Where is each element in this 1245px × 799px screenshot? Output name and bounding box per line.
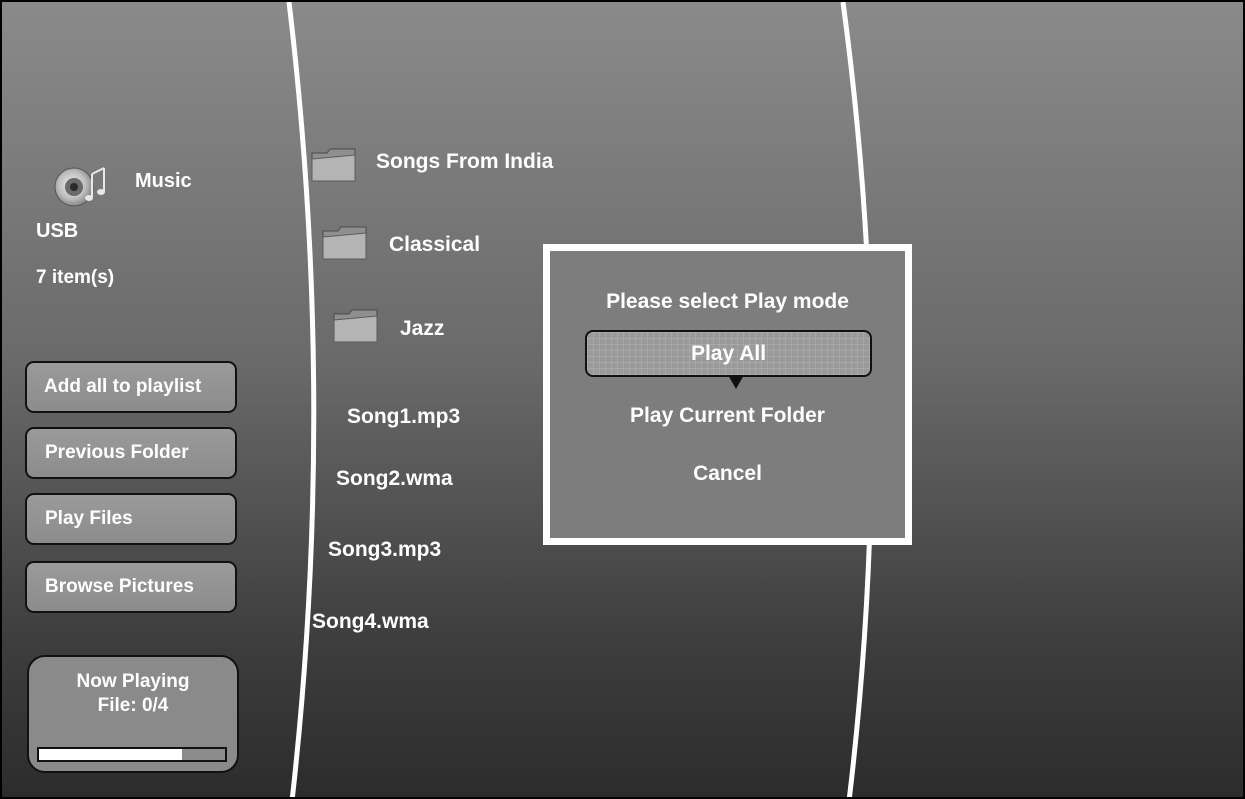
folder-icon bbox=[311, 148, 356, 182]
list-item-label: Jazz bbox=[400, 317, 445, 340]
selection-pointer-icon bbox=[728, 375, 744, 389]
progress-bar bbox=[37, 747, 227, 762]
now-playing-file-count: File: 0/4 bbox=[97, 695, 169, 716]
previous-folder-button[interactable]: Previous Folder bbox=[25, 427, 237, 479]
list-item-label: Songs From India bbox=[376, 150, 554, 173]
source-label: USB bbox=[36, 220, 79, 242]
music-disc-icon bbox=[54, 167, 105, 207]
play-current-folder-option[interactable]: Play Current Folder bbox=[550, 404, 905, 428]
add-all-to-playlist-button[interactable]: Add all to playlist bbox=[25, 361, 237, 413]
folder-icon bbox=[333, 309, 378, 343]
category-label: Music bbox=[135, 170, 192, 192]
play-files-button[interactable]: Play Files bbox=[25, 493, 237, 545]
list-item-file[interactable]: Song2.wma bbox=[336, 467, 453, 491]
now-playing-panel: Now Playing File: 0/4 bbox=[27, 655, 239, 773]
play-all-option[interactable]: Play All bbox=[585, 330, 872, 377]
list-item-file[interactable]: Song3.mp3 bbox=[328, 538, 441, 562]
now-playing-title: Now Playing bbox=[76, 671, 190, 692]
folder-icon bbox=[322, 226, 367, 260]
dialog-title: Please select Play mode bbox=[606, 290, 849, 313]
list-item-file[interactable]: Song1.mp3 bbox=[347, 405, 460, 429]
list-item-label: Classical bbox=[389, 233, 481, 256]
play-mode-dialog: Please select Play mode Play All Play Cu… bbox=[543, 244, 912, 545]
cancel-option[interactable]: Cancel bbox=[550, 462, 905, 486]
item-count: 7 item(s) bbox=[36, 267, 115, 288]
list-item-file[interactable]: Song4.wma bbox=[312, 610, 429, 634]
media-browser-screen: Music USB 7 item(s) Add all to playlist … bbox=[0, 0, 1245, 799]
browse-pictures-button[interactable]: Browse Pictures bbox=[25, 561, 237, 613]
progress-bar-fill bbox=[39, 749, 183, 760]
